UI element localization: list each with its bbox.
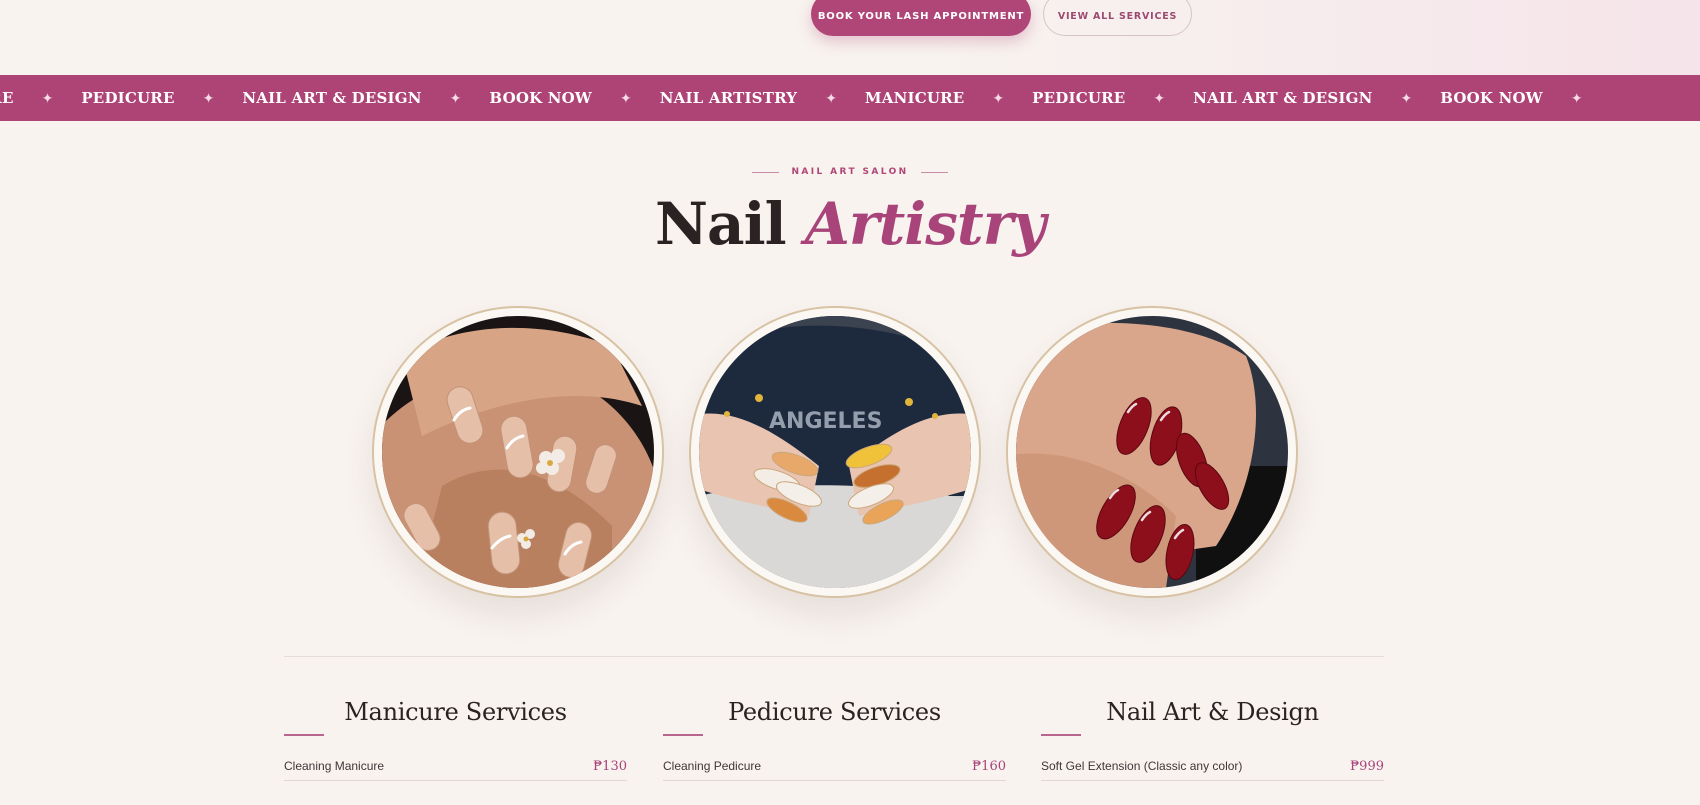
service-name: Soft Gel Extension (Classic any color) <box>1041 759 1243 773</box>
service-price: ₱130 <box>593 758 627 774</box>
svg-text:ANGELES: ANGELES <box>769 409 882 434</box>
view-all-services-button[interactable]: VIEW ALL SERVICES <box>1043 0 1192 36</box>
sparkle-icon: ✦ <box>825 89 837 106</box>
services-marquee: URE ✦ PEDICURE ✦ NAIL ART & DESIGN ✦ BOO… <box>0 75 1700 121</box>
eyebrow-line-left <box>752 171 780 173</box>
sparkle-icon: ✦ <box>449 89 462 106</box>
manicure-services-column: Manicure Services Cleaning Manicure ₱130 <box>284 690 627 781</box>
marquee-item: NAIL ARTISTRY <box>659 89 798 107</box>
sparkle-icon: ✦ <box>619 89 632 106</box>
eyebrow-label: NAIL ART SALON <box>791 167 909 177</box>
sparkle-icon: ✦ <box>992 89 1005 106</box>
section-title: Nail Artistry <box>0 188 1700 260</box>
marquee-item: MANICURE <box>864 89 965 107</box>
heading-rule <box>1041 734 1081 736</box>
nail-art-services-column: Nail Art & Design Soft Gel Extension (Cl… <box>1041 690 1384 781</box>
eyebrow-line-right <box>920 171 948 173</box>
sparkle-icon: ✦ <box>41 89 54 106</box>
nail-art-heading: Nail Art & Design <box>1106 698 1319 726</box>
service-price: ₱999 <box>1350 758 1384 774</box>
marquee-item: URE <box>0 89 14 107</box>
section-eyebrow: NAIL ART SALON <box>0 164 1700 180</box>
marquee-item: BOOK NOW <box>1440 89 1543 107</box>
sparkle-icon: ✦ <box>1570 89 1583 106</box>
service-row: Cleaning Pedicure ₱160 <box>663 752 1006 781</box>
pedicure-services-column: Pedicure Services Cleaning Pedicure ₱160 <box>663 690 1006 781</box>
sparkle-icon: ✦ <box>1153 89 1166 106</box>
marquee-track: URE ✦ PEDICURE ✦ NAIL ART & DESIGN ✦ BOO… <box>0 75 1611 121</box>
service-name: Cleaning Pedicure <box>663 759 762 773</box>
marquee-item: PEDICURE <box>81 89 175 107</box>
marquee-item: NAIL ART & DESIGN <box>242 89 422 107</box>
gallery-photo-nude-floral <box>372 306 664 598</box>
manicure-heading: Manicure Services <box>344 698 567 726</box>
section-divider <box>284 656 1384 657</box>
sparkle-icon: ✦ <box>1400 89 1413 106</box>
service-row: Soft Gel Extension (Classic any color) ₱… <box>1041 752 1384 781</box>
heading-rule <box>284 734 324 736</box>
gallery-photo-red-chrome <box>1006 306 1298 598</box>
marquee-item: NAIL ART & DESIGN <box>1193 89 1373 107</box>
book-lash-appointment-button[interactable]: BOOK YOUR LASH APPOINTMENT <box>811 0 1031 36</box>
service-row: Cleaning Manicure ₱130 <box>284 752 627 781</box>
pedicure-heading: Pedicure Services <box>728 698 941 726</box>
marquee-item: PEDICURE <box>1032 89 1126 107</box>
sparkle-icon: ✦ <box>202 89 215 106</box>
nude-floral-nails-photo <box>382 316 654 588</box>
heading-rule <box>663 734 703 736</box>
service-price: ₱160 <box>972 758 1006 774</box>
title-main: Nail <box>655 190 787 258</box>
red-chrome-nails-photo <box>1016 316 1288 588</box>
service-name: Cleaning Manicure <box>284 759 385 773</box>
gallery-photo-tortoiseshell: ANGELES <box>689 306 981 598</box>
title-accent: Artistry <box>804 190 1046 258</box>
tortoiseshell-gold-nails-photo: ANGELES <box>699 316 971 588</box>
marquee-item: BOOK NOW <box>489 89 592 107</box>
